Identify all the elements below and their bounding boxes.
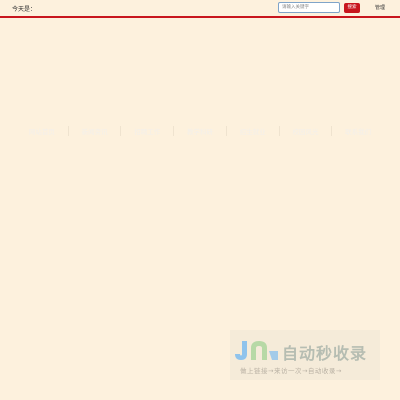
search-button[interactable]: 搜索 xyxy=(344,3,360,13)
top-bar: 今天是： 搜索 管理 xyxy=(0,0,400,18)
search-input[interactable] xyxy=(278,2,340,13)
main-nav: 网站首页 新闻资讯 招聘工作 教学科研 招生就业 校园风光 联系我们 xyxy=(16,125,384,137)
nav-item-home[interactable]: 网站首页 xyxy=(16,126,69,136)
nav-item-campus[interactable]: 校园风光 xyxy=(280,126,333,136)
nav-item-contact[interactable]: 联系我们 xyxy=(332,126,384,136)
nav-item-research[interactable]: 教学科研 xyxy=(174,126,227,136)
nav-item-admissions[interactable]: 招生就业 xyxy=(227,126,280,136)
date-label: 今天是： xyxy=(12,6,37,13)
watermark-subtitle: 做上链接→来访一次→自动收录→ xyxy=(240,367,342,375)
nav-item-jobs[interactable]: 招聘工作 xyxy=(121,126,175,136)
watermark-title: 自动秒收录 xyxy=(282,344,368,363)
manage-link[interactable]: 管理 xyxy=(375,4,385,11)
jn-logo-icon xyxy=(235,341,278,360)
watermark-badge: 自动秒收录 做上链接→来访一次→自动收录→ xyxy=(230,330,380,380)
nav-item-news[interactable]: 新闻资讯 xyxy=(69,126,122,136)
